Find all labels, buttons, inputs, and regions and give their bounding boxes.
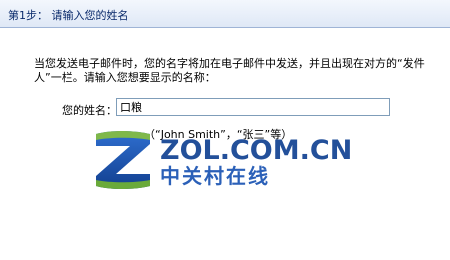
name-field-label: 您的姓名：: [62, 104, 117, 117]
step-title: 第1步： 请输入您的姓名: [8, 9, 129, 22]
instructions-text: 当您发送电子邮件时，您的名字将加在电子邮件中发送，并且出现在对方的“发件人”一栏…: [34, 57, 425, 84]
name-input[interactable]: [116, 98, 390, 116]
zol-logo-icon: [96, 131, 150, 189]
wizard-step-header: 第1步： 请输入您的姓名: [0, 0, 450, 28]
watermark-brand: ZOL.COM.CN: [160, 135, 353, 166]
watermark-subtitle: 中关村在线: [160, 164, 270, 188]
